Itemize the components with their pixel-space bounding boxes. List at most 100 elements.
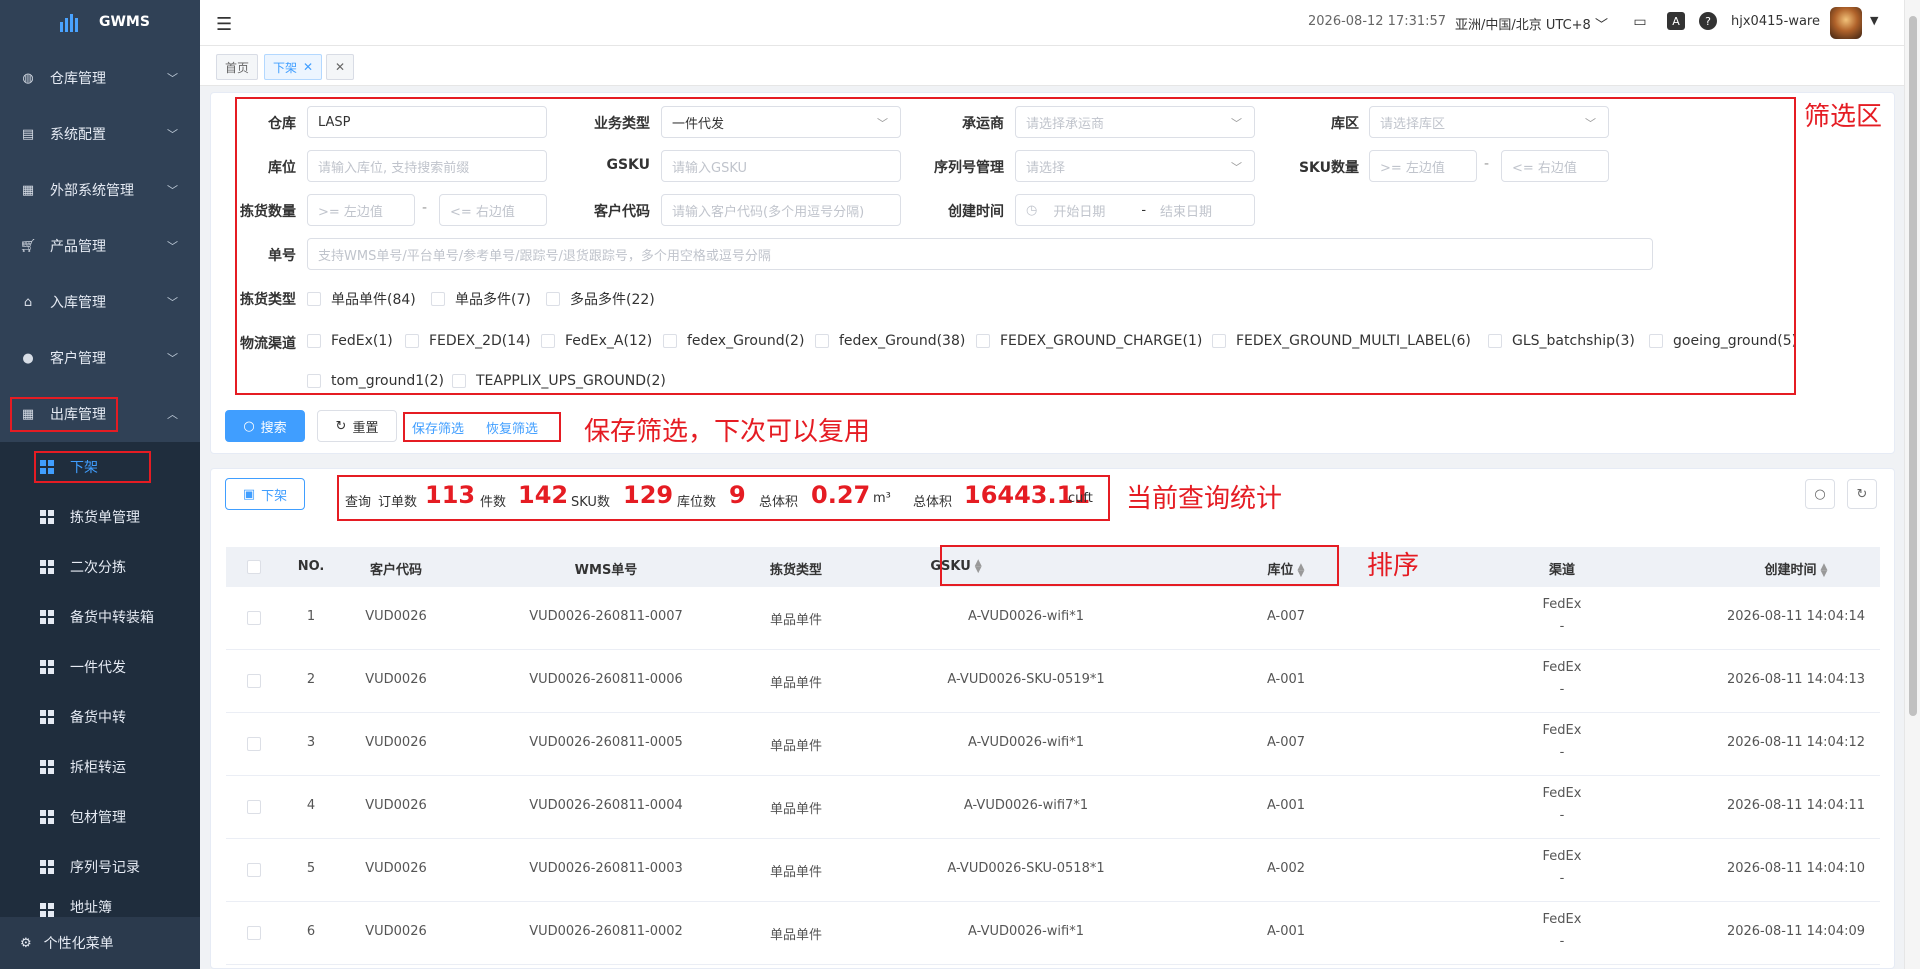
submenu-dropship[interactable]: 一件代发	[0, 642, 200, 692]
reset-button[interactable]: ↻ 重置	[317, 410, 397, 442]
submenu-offshelf[interactable]: 下架	[0, 442, 200, 492]
col-created[interactable]: 创建时间 ▲ ▼	[1726, 559, 1866, 578]
warehouse-input[interactable]: LASP	[307, 106, 547, 138]
sku-qty-min-input[interactable]: >= 左边值	[1369, 150, 1477, 182]
table-row[interactable]: 6 VUD0026 VUD0026-260811-0002 单品单件 A-VUD…	[226, 902, 1880, 965]
submenu-picklist[interactable]: 拣货单管理	[0, 492, 200, 542]
zone-select[interactable]: 请选择库区 ﹀	[1369, 106, 1609, 138]
search-button[interactable]: ○ 搜索	[225, 410, 305, 442]
pick-qty-min-input[interactable]: >= 左边值	[307, 194, 415, 226]
row-checkbox[interactable]	[247, 926, 261, 940]
channel-option[interactable]: FEDEX_GROUND_MULTI_LABEL(6)	[1212, 333, 1471, 349]
close-all-tabs[interactable]: ✕	[326, 54, 354, 80]
avatar[interactable]	[1830, 7, 1862, 39]
menu-outbound[interactable]: ▦ 出库管理 ︿	[0, 386, 200, 442]
row-checkbox[interactable]	[247, 674, 261, 688]
table-row[interactable]: 3 VUD0026 VUD0026-260811-0005 单品单件 A-VUD…	[226, 713, 1880, 776]
refresh-button[interactable]: ↻	[1847, 479, 1877, 509]
scrollbar[interactable]	[1904, 0, 1920, 969]
channel-option[interactable]: FEDEX_GROUND_CHARGE(1)	[976, 333, 1202, 349]
col-gsku[interactable]: GSKU ▲ ▼	[926, 558, 986, 574]
submenu-packaging[interactable]: 包材管理	[0, 792, 200, 842]
channel-option[interactable]: TEAPPLIX_UPS_GROUND(2)	[452, 373, 666, 389]
submenu-serial[interactable]: 序列号记录	[0, 842, 200, 892]
restore-filter-link[interactable]: 恢复筛选	[486, 418, 538, 437]
menu-product[interactable]: 🛒︎ 产品管理 ﹀	[0, 218, 200, 274]
sku-qty-max-input[interactable]: <= 右边值	[1501, 150, 1609, 182]
table-row[interactable]: 4 VUD0026 VUD0026-260811-0004 单品单件 A-VUD…	[226, 776, 1880, 839]
submenu-address[interactable]: 地址簿	[0, 892, 200, 917]
checkbox[interactable]	[431, 292, 445, 306]
channel-option[interactable]: fedex_Ground(38)	[815, 333, 965, 349]
checkbox[interactable]	[976, 334, 990, 348]
row-checkbox[interactable]	[247, 611, 261, 625]
business-type-select[interactable]: 一件代发 ﹀	[661, 106, 901, 138]
checkbox[interactable]	[815, 334, 829, 348]
checkbox[interactable]	[1212, 334, 1226, 348]
save-filter-link[interactable]: 保存筛选	[412, 418, 464, 437]
menu-customer[interactable]: ● 客户管理 ﹀	[0, 330, 200, 386]
checkbox[interactable]	[307, 374, 321, 388]
offshelf-button[interactable]: ▣ 下架	[225, 478, 305, 510]
gsku-input[interactable]: 请输入GSKU	[661, 150, 901, 182]
search-toggle-button[interactable]: ○	[1805, 479, 1835, 509]
sort-icon[interactable]: ▲ ▼	[1821, 562, 1828, 578]
table-row[interactable]: 1 VUD0026 VUD0026-260811-0007 单品单件 A-VUD…	[226, 587, 1880, 650]
serial-select[interactable]: 请选择 ﹀	[1015, 150, 1255, 182]
menu-inbound[interactable]: ⌂ 入库管理 ﹀	[0, 274, 200, 330]
location-input[interactable]: 请输入库位, 支持搜索前缀	[307, 150, 547, 182]
row-checkbox[interactable]	[247, 863, 261, 877]
checkbox[interactable]	[307, 334, 321, 348]
submenu-secondary-sort[interactable]: 二次分拣	[0, 542, 200, 592]
checkbox[interactable]	[452, 374, 466, 388]
translate-icon[interactable]: A	[1667, 12, 1685, 30]
sort-icon[interactable]: ▲ ▼	[975, 558, 982, 574]
submenu-transit-packing[interactable]: 备货中转装箱	[0, 592, 200, 642]
menu-external[interactable]: ▦ 外部系统管理 ﹀	[0, 162, 200, 218]
customer-code-input[interactable]: 请输入客户代码(多个用逗号分隔)	[661, 194, 901, 226]
timezone-select[interactable]: 亚洲/中国/北京 UTC+8 ﹀	[1455, 14, 1608, 33]
custom-menu-button[interactable]: ⚙ 个性化菜单	[0, 917, 200, 969]
table-row[interactable]: 5 VUD0026 VUD0026-260811-0003 单品单件 A-VUD…	[226, 839, 1880, 902]
row-checkbox[interactable]	[247, 800, 261, 814]
channel-option[interactable]: FedEx(1)	[307, 333, 393, 349]
checkbox[interactable]	[541, 334, 555, 348]
channel-option[interactable]: GLS_batchship(3)	[1488, 333, 1635, 349]
scrollbar-thumb[interactable]	[1909, 16, 1917, 716]
checkbox[interactable]	[1488, 334, 1502, 348]
menu-toggle-icon[interactable]: ☰	[216, 14, 232, 35]
checkbox[interactable]	[405, 334, 419, 348]
message-icon[interactable]: ▭	[1630, 12, 1650, 32]
menu-system[interactable]: ▤ 系统配置 ﹀	[0, 106, 200, 162]
tag-offshelf[interactable]: 下架 ✕	[264, 54, 323, 80]
tag-home[interactable]: 首页	[216, 54, 259, 80]
created-date-range[interactable]: ◷ 开始日期 - 结束日期	[1015, 194, 1255, 226]
channel-option[interactable]: fedex_Ground(2)	[663, 333, 804, 349]
checkbox[interactable]	[1649, 334, 1663, 348]
checkbox[interactable]	[663, 334, 677, 348]
checkbox[interactable]	[307, 292, 321, 306]
submenu-transit[interactable]: 备货中转	[0, 692, 200, 742]
username[interactable]: hjx0415-ware	[1731, 14, 1820, 29]
pick-type-option[interactable]: 多品多件(22)	[546, 289, 655, 309]
channel-option[interactable]: FEDEX_2D(14)	[405, 333, 531, 349]
close-icon[interactable]: ✕	[303, 60, 313, 74]
caret-down-icon[interactable]: ▼	[1870, 14, 1878, 27]
submenu-devanning[interactable]: 拆柜转运	[0, 742, 200, 792]
table-row[interactable]: 2 VUD0026 VUD0026-260811-0006 单品单件 A-VUD…	[226, 650, 1880, 713]
help-icon[interactable]: ?	[1699, 12, 1717, 30]
col-location[interactable]: 库位 ▲ ▼	[1256, 559, 1316, 578]
channel-option[interactable]: goeing_ground(5)	[1649, 333, 1797, 349]
checkbox[interactable]	[546, 292, 560, 306]
carrier-select[interactable]: 请选择承运商 ﹀	[1015, 106, 1255, 138]
sort-icon[interactable]: ▲ ▼	[1298, 562, 1305, 578]
select-all-checkbox[interactable]	[247, 560, 261, 574]
pick-qty-max-input[interactable]: <= 右边值	[439, 194, 547, 226]
pick-type-option[interactable]: 单品多件(7)	[431, 289, 531, 309]
menu-warehouse[interactable]: ◍ 仓库管理 ﹀	[0, 50, 200, 106]
channel-option[interactable]: tom_ground1(2)	[307, 373, 444, 389]
channel-option[interactable]: FedEx_A(12)	[541, 333, 652, 349]
pick-type-option[interactable]: 单品单件(84)	[307, 289, 416, 309]
order-no-input[interactable]: 支持WMS单号/平台单号/参考单号/跟踪号/退货跟踪号，多个用空格或逗号分隔	[307, 238, 1653, 270]
row-checkbox[interactable]	[247, 737, 261, 751]
